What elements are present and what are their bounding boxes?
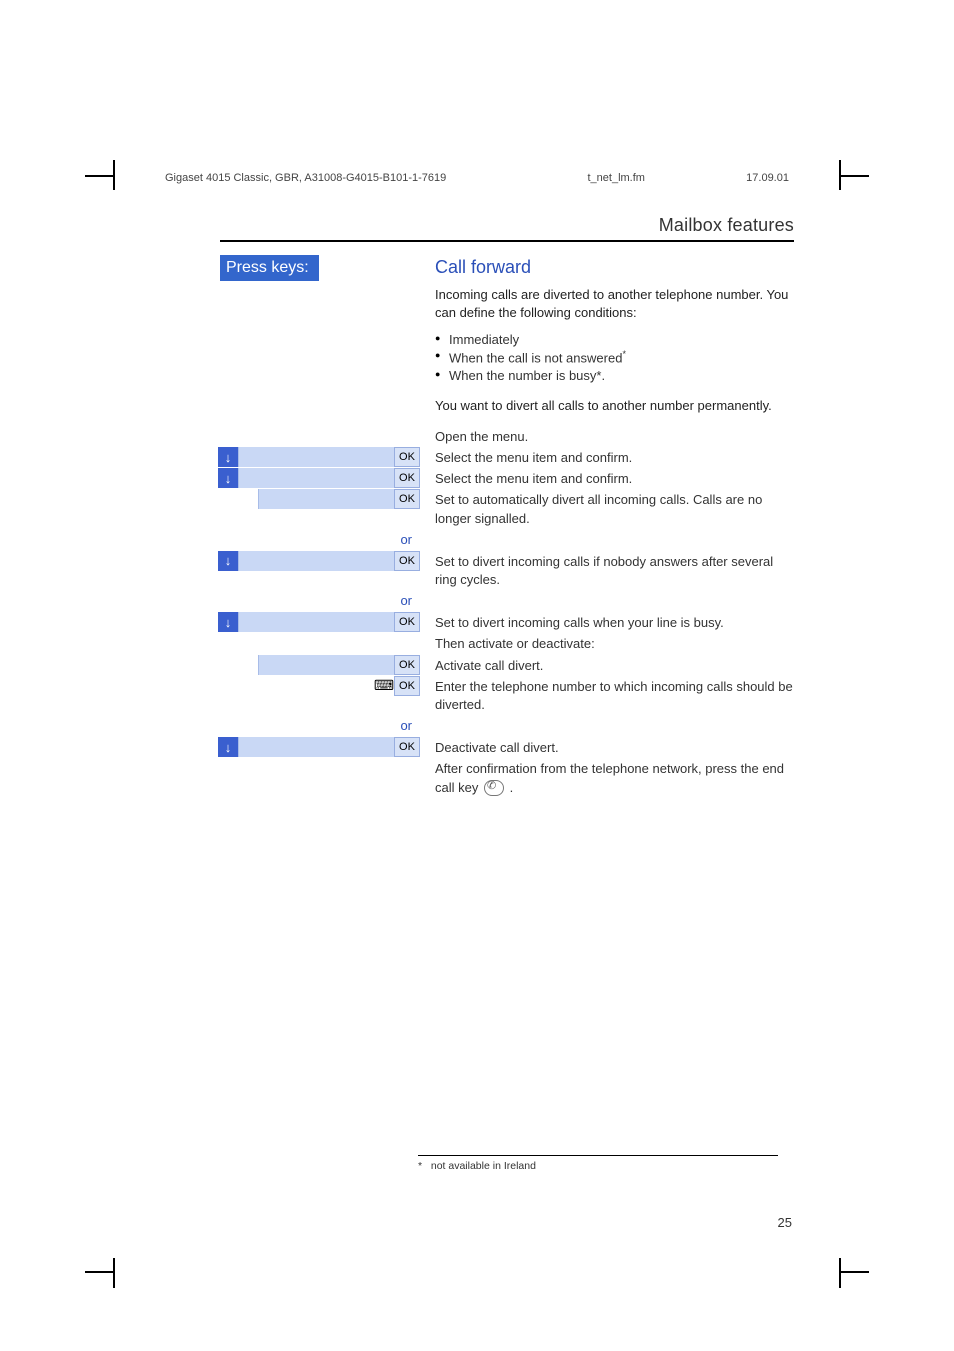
key-sequence: ↓ OK — [218, 468, 420, 488]
footnote-marker: * — [418, 1160, 422, 1172]
down-arrow-icon: ↓ — [218, 447, 238, 467]
ok-key: OK — [394, 489, 420, 509]
crop-mark — [85, 1271, 115, 1273]
bullet-immediately: Immediately — [449, 332, 519, 347]
ok-key: OK — [394, 737, 420, 757]
down-arrow-icon: ↓ — [218, 551, 238, 571]
crop-mark — [839, 1271, 869, 1273]
bullet-busy: When the number is busy*. — [449, 368, 605, 383]
key-sequence: OK — [218, 489, 420, 509]
ok-key: OK — [394, 447, 420, 467]
key-sequence: ↓ OK — [218, 612, 420, 632]
down-arrow-icon: ↓ — [218, 737, 238, 757]
header-meta: Gigaset 4015 Classic, GBR, A31008-G4015-… — [165, 172, 789, 184]
meta-product: Gigaset 4015 Classic, GBR, A31008-G4015-… — [165, 172, 446, 184]
step-busy: Set to divert incoming calls when your l… — [420, 612, 794, 632]
intro-paragraph: Incoming calls are diverted to another t… — [435, 286, 794, 322]
meta-date: 17.09.01 — [746, 172, 789, 184]
key-sequence: ⌨ OK — [374, 676, 420, 696]
display-strip — [238, 737, 394, 757]
bullet-not-answered: When the call is not answered — [449, 351, 622, 366]
display-strip — [238, 551, 394, 571]
meta-file: t_net_lm.fm — [587, 172, 644, 184]
key-sequence: ↓ OK — [218, 447, 420, 467]
display-strip — [238, 447, 394, 467]
divert-all-paragraph: You want to divert all calls to another … — [435, 397, 794, 415]
ok-key: OK — [394, 551, 420, 571]
or-separator: or — [220, 593, 420, 608]
keypad-icon: ⌨ — [374, 676, 394, 696]
crop-mark — [85, 175, 115, 177]
ok-key: OK — [394, 655, 420, 675]
page-number: 25 — [778, 1215, 792, 1230]
press-keys-label: Press keys: — [220, 255, 319, 281]
ok-key: OK — [394, 612, 420, 632]
display-strip — [258, 489, 394, 509]
end-call-key-icon — [484, 780, 504, 796]
crop-mark — [113, 160, 115, 190]
crop-mark — [839, 1258, 841, 1288]
confirm-text-post: . — [506, 780, 513, 795]
section-title: Mailbox features — [220, 215, 794, 242]
step-select-2: Select the menu item and confirm. — [420, 468, 794, 488]
footnote-ref: * — [622, 349, 626, 359]
footnote: * not available in Ireland — [418, 1155, 778, 1172]
footnote-text: not available in Ireland — [431, 1160, 536, 1172]
step-enter-number: Enter the telephone number to which inco… — [420, 676, 794, 714]
down-arrow-icon: ↓ — [218, 612, 238, 632]
heading-call-forward: Call forward — [435, 257, 794, 278]
content-area: Press keys: Call forward Incoming calls … — [220, 255, 794, 798]
ok-key: OK — [394, 676, 420, 696]
display-strip — [238, 468, 394, 488]
or-separator: or — [220, 532, 420, 547]
step-open-menu: Open the menu. — [420, 426, 794, 446]
crop-mark — [839, 160, 841, 190]
step-after-confirm: After confirmation from the telephone ne… — [420, 758, 794, 796]
key-sequence: ↓ OK — [218, 551, 420, 571]
manual-page: Gigaset 4015 Classic, GBR, A31008-G4015-… — [0, 0, 954, 1351]
step-deactivate: Deactivate call divert. — [420, 737, 794, 757]
down-arrow-icon: ↓ — [218, 468, 238, 488]
display-strip — [258, 655, 394, 675]
key-sequence: ↓ OK — [218, 737, 420, 757]
step-no-answer: Set to divert incoming calls if nobody a… — [420, 551, 794, 589]
step-select-1: Select the menu item and confirm. — [420, 447, 794, 467]
list-item: When the number is busy*. — [435, 368, 794, 383]
conditions-list: Immediately When the call is not answere… — [435, 332, 794, 382]
ok-key: OK — [394, 468, 420, 488]
crop-mark — [839, 175, 869, 177]
step-auto-divert: Set to automatically divert all incoming… — [420, 489, 794, 527]
list-item: When the call is not answered* — [435, 349, 794, 365]
key-sequence: OK — [218, 655, 420, 675]
crop-mark — [113, 1258, 115, 1288]
list-item: Immediately — [435, 332, 794, 347]
step-then-activate: Then activate or deactivate: — [420, 633, 794, 653]
display-strip — [238, 612, 394, 632]
step-activate: Activate call divert. — [420, 655, 794, 675]
or-separator: or — [220, 718, 420, 733]
